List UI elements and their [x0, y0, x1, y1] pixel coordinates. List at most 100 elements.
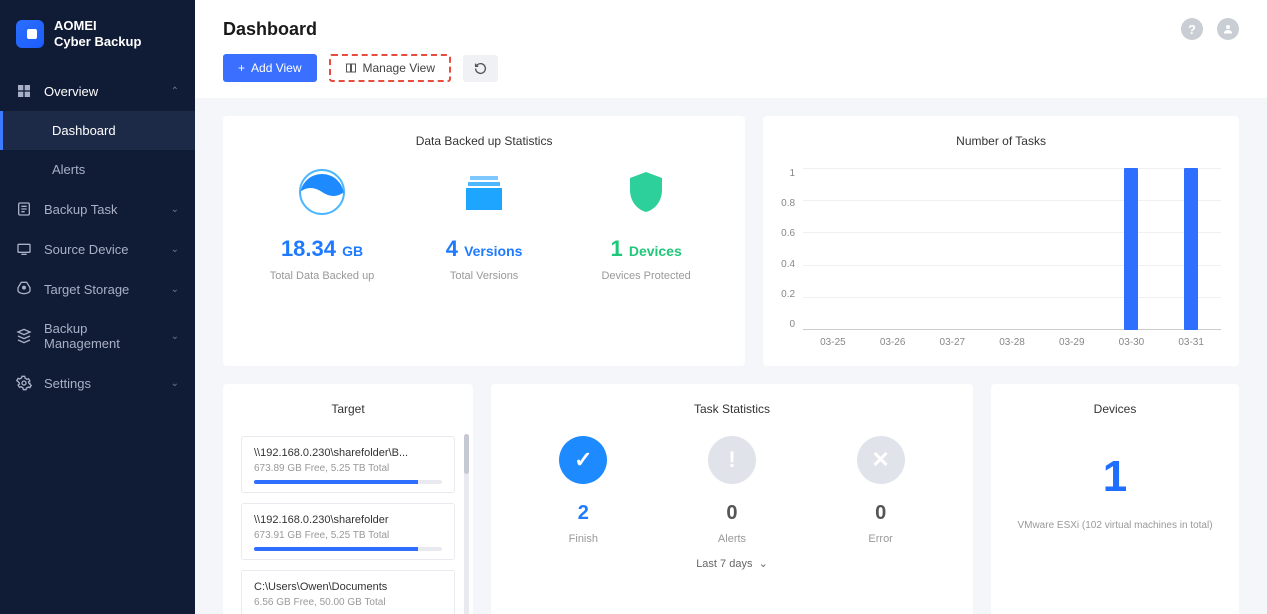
- target-card: Target \\192.168.0.230\sharefolder\B... …: [223, 384, 473, 614]
- task-value: 2: [559, 502, 607, 525]
- stat-sub: Total Versions: [403, 270, 565, 282]
- alert-icon: !: [708, 436, 756, 484]
- brand-line2: Cyber Backup: [54, 34, 141, 50]
- refresh-button[interactable]: [463, 55, 498, 82]
- task-value: 0: [708, 502, 756, 525]
- chevron-down-icon: ⌄: [171, 378, 179, 389]
- stat-sub: Devices Protected: [565, 270, 727, 282]
- x-tick: 03-26: [880, 337, 906, 348]
- nav-item-source-device[interactable]: Source Device ⌄: [0, 229, 195, 269]
- task-stat-finish: ✓ 2 Finish: [559, 436, 607, 545]
- chevron-down-icon: ⌄: [171, 204, 179, 215]
- target-item[interactable]: \\192.168.0.230\sharefolder\B... 673.89 …: [241, 436, 455, 493]
- stats-title: Data Backed up Statistics: [241, 134, 727, 148]
- stat-value: 18.34 GB: [241, 236, 403, 262]
- task-value: 0: [857, 502, 905, 525]
- toolbar: + Add View Manage View: [223, 54, 1239, 82]
- brand: AOMEI Cyber Backup: [0, 0, 195, 71]
- chevron-down-icon: ⌄: [171, 244, 179, 255]
- stat-icon-2: [622, 168, 670, 216]
- main: Dashboard ? + Add View Manage View: [195, 0, 1267, 614]
- chevron-down-icon: ⌄: [756, 558, 768, 570]
- overview-icon: [16, 83, 32, 99]
- nav: Overview⌃DashboardAlertsBackup Task⌄Sour…: [0, 71, 195, 403]
- x-tick: 03-31: [1178, 337, 1204, 348]
- devices-card: Devices 1 VMware ESXi (102 virtual machi…: [991, 384, 1239, 614]
- profile-icon[interactable]: [1217, 18, 1239, 40]
- stat-0: 18.34 GB Total Data Backed up: [241, 168, 403, 282]
- target-usage-bar: [254, 480, 442, 484]
- target-info: 6.56 GB Free, 50.00 GB Total: [254, 597, 442, 608]
- brand-text: AOMEI Cyber Backup: [54, 18, 141, 49]
- nav-label: Source Device: [44, 242, 129, 257]
- x-tick: 03-27: [940, 337, 966, 348]
- content: Data Backed up Statistics 18.34 GB Total…: [195, 98, 1267, 614]
- task-stat-alert: ! 0 Alerts: [708, 436, 756, 545]
- target-usage-bar: [254, 547, 442, 551]
- x-tick: 03-29: [1059, 337, 1085, 348]
- topbar: Dashboard ? + Add View Manage View: [195, 0, 1267, 98]
- task-stat-error: ✕ 0 Error: [857, 436, 905, 545]
- task-label: Error: [857, 533, 905, 545]
- stat-value: 1 Devices: [565, 236, 727, 262]
- nav-item-overview[interactable]: Overview ⌃: [0, 71, 195, 111]
- refresh-icon: [474, 62, 487, 75]
- nav-label: Settings: [44, 376, 91, 391]
- x-tick: 03-30: [1119, 337, 1145, 348]
- manage-view-label: Manage View: [363, 61, 436, 75]
- nav-sub-dashboard[interactable]: Dashboard: [0, 111, 195, 150]
- target-info: 673.91 GB Free, 5.25 TB Total: [254, 530, 442, 541]
- page-title: Dashboard: [223, 19, 317, 40]
- nav-item-settings[interactable]: Settings ⌄: [0, 363, 195, 403]
- source-device-icon: [16, 241, 32, 257]
- nav-item-backup-management[interactable]: Backup Management⌄: [0, 309, 195, 363]
- brand-line1: AOMEI: [54, 18, 141, 34]
- stat-icon-1: [460, 168, 508, 216]
- help-icon[interactable]: ?: [1181, 18, 1203, 40]
- chart-bar: [1124, 168, 1138, 330]
- stats-card: Data Backed up Statistics 18.34 GB Total…: [223, 116, 745, 366]
- target-title: Target: [241, 402, 455, 416]
- x-tick: 03-25: [820, 337, 846, 348]
- stat-value: 4 Versions: [403, 236, 565, 262]
- sidebar: AOMEI Cyber Backup Overview ⌃ DashboardAle…: [0, 0, 195, 614]
- backup-task-icon: [16, 201, 32, 217]
- target-item[interactable]: \\192.168.0.230\sharefolder 673.91 GB Fr…: [241, 503, 455, 560]
- target-item[interactable]: C:\Users\Owen\Documents 6.56 GB Free, 50…: [241, 570, 455, 614]
- plus-icon: +: [238, 61, 245, 75]
- target-path: C:\Users\Owen\Documents: [254, 581, 442, 593]
- target-scrollbar[interactable]: [464, 434, 469, 614]
- chevron-up-icon: ⌃: [171, 86, 179, 97]
- nav-item-backup-task[interactable]: Backup Task ⌄: [0, 189, 195, 229]
- add-view-button[interactable]: + Add View: [223, 54, 317, 82]
- chart-bar: [1184, 168, 1198, 330]
- devices-title: Devices: [1009, 402, 1221, 416]
- chevron-down-icon: ⌄: [171, 284, 179, 295]
- task-label: Alerts: [708, 533, 756, 545]
- target-path: \\192.168.0.230\sharefolder: [254, 514, 442, 526]
- task-stats-card: Task Statistics ✓ 2 Finish! 0 Alerts✕ 0 …: [491, 384, 973, 614]
- devices-count: 1: [1009, 452, 1221, 502]
- task-period-label: Last 7 days: [696, 558, 752, 570]
- nav-label: Overview: [44, 84, 98, 99]
- nav-label: Backup Task: [44, 202, 117, 217]
- devices-sub: VMware ESXi (102 virtual machines in tot…: [1009, 520, 1221, 531]
- settings-icon: [16, 375, 32, 391]
- manage-view-button[interactable]: Manage View: [329, 54, 452, 82]
- task-period-dropdown[interactable]: Last 7 days ⌄: [509, 557, 955, 570]
- stat-2: 1 Devices Devices Protected: [565, 168, 727, 282]
- brand-logo-icon: [16, 20, 44, 48]
- x-tick: 03-28: [999, 337, 1025, 348]
- finish-icon: ✓: [559, 436, 607, 484]
- task-title: Task Statistics: [509, 402, 955, 416]
- task-label: Finish: [559, 533, 607, 545]
- nav-sub-alerts[interactable]: Alerts: [0, 150, 195, 189]
- chart-plot: 03-25 03-26 03-27 03-28 03-29 03-30 03-31: [803, 168, 1221, 348]
- columns-icon: [345, 62, 357, 74]
- target-storage-icon: [16, 281, 32, 297]
- nav-item-target-storage[interactable]: Target Storage⌄: [0, 269, 195, 309]
- nav-label: Backup Management: [44, 321, 159, 351]
- chart-y-axis: 10.80.60.40.20: [781, 168, 803, 348]
- backup-management-icon: [16, 328, 32, 344]
- chart-title: Number of Tasks: [781, 134, 1221, 148]
